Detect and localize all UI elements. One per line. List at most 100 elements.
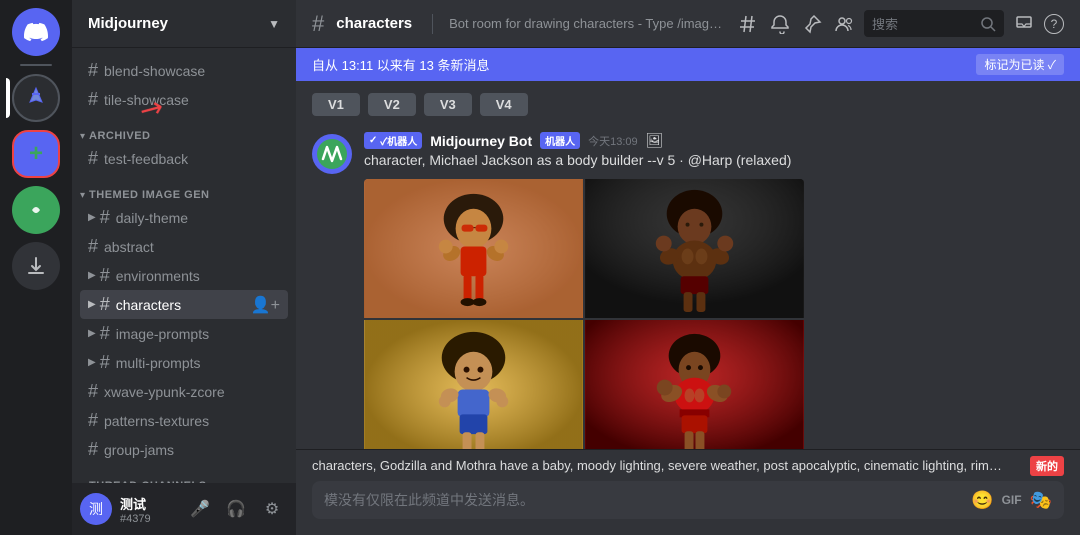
icon-bar: + (0, 0, 72, 535)
image-cell-3 (364, 320, 583, 449)
version-tabs-row: V1 V2 V3 V4 (296, 89, 1080, 120)
sidebar-channel-test-feedback[interactable]: # test-feedback (80, 144, 288, 173)
expand-arrow: ▶ (88, 270, 96, 281)
channel-header: # characters Bot room for drawing charac… (296, 0, 1080, 48)
image-cell-4 (585, 320, 804, 449)
messages-area: V1 V2 V3 V4 ✓ ✓机器人 Midjourney Bot (296, 81, 1080, 449)
inbox-icon[interactable] (1012, 12, 1036, 36)
sidebar-channel-list: # blend-showcase # tile-showcase ▾ ARCHI… (72, 48, 296, 483)
avatar[interactable]: 测 (80, 493, 112, 525)
username: 测试 (120, 494, 176, 513)
notification-bell-icon[interactable] (768, 12, 792, 36)
main-content: # characters Bot room for drawing charac… (296, 0, 1080, 535)
image-indicator-icon: 🖼 (646, 132, 664, 149)
hash-icon: # (88, 410, 98, 431)
thread-channels-category[interactable]: ▾ THREAD CHANNELS (72, 464, 296, 483)
sidebar-channel-environments[interactable]: ▶ # environments (80, 261, 288, 290)
channel-name: characters (336, 15, 412, 32)
gif-icon[interactable]: GIF (1002, 493, 1022, 507)
avatar-text: 测 (89, 499, 103, 519)
hash-icon: # (100, 265, 110, 286)
hash-icon: # (100, 294, 110, 315)
new-message-bar[interactable]: characters, Godzilla and Mothra have a b… (296, 449, 1080, 481)
sidebar-channel-xwave[interactable]: # xwave-ypunk-zcore (80, 377, 288, 406)
plus-icon: + (29, 140, 43, 168)
microphone-icon[interactable]: 🎤 (184, 493, 216, 525)
bot-cn-badge: 机器人 (540, 132, 580, 149)
hash-icon: # (88, 236, 98, 257)
sidebar: Midjourney ▼ # blend-showcase # tile-sho… (72, 0, 296, 535)
add-server-button[interactable]: + (12, 130, 60, 178)
server-name: Midjourney (88, 15, 168, 32)
hash-icon: # (100, 323, 110, 344)
server-icon-boat[interactable] (12, 74, 60, 122)
members-icon[interactable] (832, 12, 856, 36)
sidebar-channel-blend-showcase[interactable]: # blend-showcase (80, 56, 288, 85)
header-actions: 搜索 ? (736, 10, 1064, 37)
new-badge: 新的 (1030, 456, 1064, 476)
message-input-box: 😊 GIF 🎭 (312, 481, 1064, 519)
expand-arrow: ▶ (88, 328, 96, 339)
headphone-icon[interactable]: 🎧 (220, 493, 252, 525)
hash-icon: # (88, 89, 98, 110)
hash-icon: # (88, 439, 98, 460)
sidebar-channel-group-jams[interactable]: # group-jams (80, 435, 288, 464)
message-timestamp: 今天13:09 (588, 133, 638, 149)
sidebar-channel-daily-theme[interactable]: ▶ # daily-theme (80, 203, 288, 232)
discord-logo-icon[interactable] (12, 8, 60, 56)
category-collapse-arrow: ▾ (80, 190, 85, 201)
sidebar-channel-tile-showcase[interactable]: # tile-showcase (80, 85, 288, 114)
check-mark: ✓ (369, 135, 377, 146)
version-v4-tab[interactable]: V4 (480, 93, 528, 116)
user-id: #4379 (120, 513, 176, 525)
emoji-icon[interactable]: 😊 (971, 490, 993, 511)
search-box[interactable]: 搜索 (864, 10, 1004, 37)
user-bar: 测 测试 #4379 🎤 🎧 ⚙ (72, 483, 296, 535)
search-placeholder: 搜索 (872, 14, 976, 33)
icon-bar-divider (20, 64, 52, 66)
archived-category[interactable]: ▾ ARCHIVED (72, 114, 296, 144)
notification-bar: 自从 13:11 以来有 13 条新消息 标记为已读 ✓ (296, 48, 1080, 81)
add-member-icon[interactable]: 👤+ (251, 295, 280, 315)
generated-image-grid (364, 179, 804, 449)
download-icon[interactable] (12, 242, 60, 290)
message-input-area: 😊 GIF 🎭 (296, 481, 1080, 535)
hash-icon: # (100, 352, 110, 373)
category-collapse-arrow: ▾ (80, 131, 85, 142)
message-item: ✓ ✓机器人 Midjourney Bot 机器人 今天13:09 🖼 char… (296, 128, 1080, 449)
themed-image-gen-category[interactable]: ▾ THEMED IMAGE GEN (72, 173, 296, 203)
expand-arrow: ▶ (88, 299, 96, 310)
bot-avatar (312, 134, 352, 174)
message-input[interactable] (324, 481, 963, 519)
user-info: 测试 #4379 (120, 494, 176, 525)
sticker-icon[interactable]: 🎭 (1030, 490, 1052, 511)
hash-icon: # (88, 60, 98, 81)
channel-description: Bot room for drawing characters - Type /… (449, 16, 724, 31)
user-bar-actions: 🎤 🎧 ⚙ (184, 493, 288, 525)
settings-icon[interactable]: ⚙ (256, 493, 288, 525)
expand-arrow: ▶ (88, 357, 96, 368)
explore-icon[interactable] (12, 186, 60, 234)
sidebar-channel-abstract[interactable]: # abstract (80, 232, 288, 261)
hashtag-action-icon[interactable] (736, 12, 760, 36)
version-v1-tab[interactable]: V1 (312, 93, 360, 116)
version-v2-tab[interactable]: V2 (368, 93, 416, 116)
hash-icon: # (100, 207, 110, 228)
image-cell-1 (364, 179, 583, 318)
sidebar-channel-multi-prompts[interactable]: ▶ # multi-prompts (80, 348, 288, 377)
help-icon[interactable]: ? (1044, 14, 1064, 34)
sidebar-channel-patterns[interactable]: # patterns-textures (80, 406, 288, 435)
expand-arrow: ▶ (88, 212, 96, 223)
sidebar-channel-image-prompts[interactable]: ▶ # image-prompts (80, 319, 288, 348)
notification-text: 自从 13:11 以来有 13 条新消息 (312, 55, 489, 74)
sidebar-header[interactable]: Midjourney ▼ (72, 0, 296, 48)
message-command-text: character, Michael Jackson as a body bui… (364, 151, 1064, 171)
message-content: ✓ ✓机器人 Midjourney Bot 机器人 今天13:09 🖼 char… (364, 132, 1064, 449)
message-author: Midjourney Bot (430, 133, 532, 149)
mark-read-button[interactable]: 标记为已读 ✓ (976, 54, 1064, 75)
pin-icon[interactable] (800, 12, 824, 36)
server-menu-arrow: ▼ (268, 17, 280, 31)
sidebar-channel-characters[interactable]: ▶ # characters 👤+ (80, 290, 288, 319)
version-v3-tab[interactable]: V3 (424, 93, 472, 116)
new-message-text: characters, Godzilla and Mothra have a b… (312, 458, 1004, 473)
